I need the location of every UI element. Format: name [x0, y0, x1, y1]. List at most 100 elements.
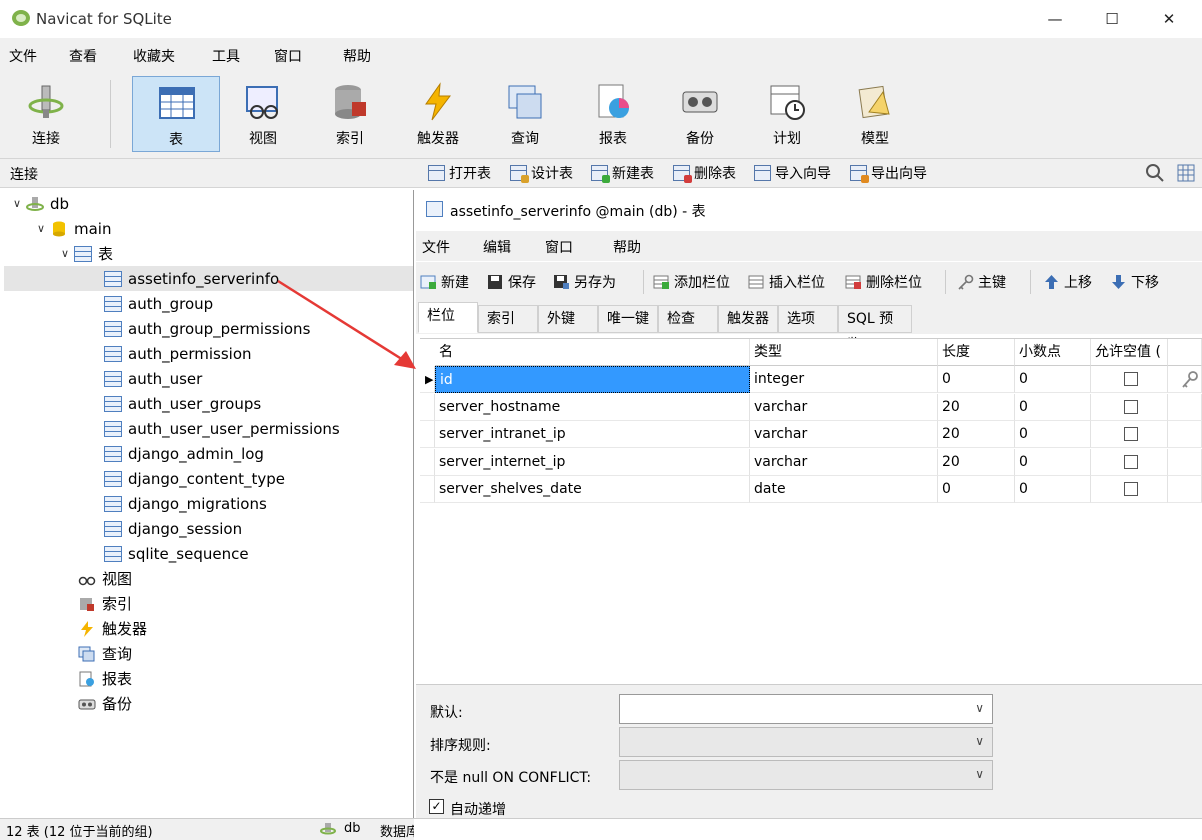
field-key-cell[interactable] — [1168, 476, 1202, 503]
save-as-button[interactable]: 另存为 — [553, 270, 616, 294]
nullable-checkbox[interactable] — [1124, 399, 1138, 414]
tree-node-tables[interactable]: ∨ 表 — [58, 241, 113, 266]
field-decimals-cell[interactable]: 0 — [1015, 476, 1091, 503]
import-wizard-button[interactable]: 导入向导 — [754, 161, 831, 185]
chevron-down-icon[interactable]: ∨ — [34, 222, 48, 235]
field-type-cell[interactable]: varchar — [750, 448, 938, 476]
tab-foreign-keys[interactable]: 外键 — [538, 305, 598, 333]
row-indicator[interactable] — [420, 393, 435, 421]
field-name-cell[interactable]: id — [435, 366, 750, 393]
chevron-down-icon[interactable]: ∨ — [58, 247, 72, 260]
primary-key-button[interactable]: 主键 — [957, 270, 1006, 294]
designer-menu-edit[interactable]: 编辑 — [483, 237, 511, 257]
row-indicator[interactable] — [420, 476, 435, 503]
toolbar-report-button[interactable]: 报表 — [569, 76, 657, 152]
tree-item-table[interactable]: django_session — [4, 516, 413, 541]
toolbar-trigger-button[interactable]: 触发器 — [394, 76, 482, 152]
field-type-cell[interactable]: varchar — [750, 393, 938, 421]
nullable-checkbox[interactable] — [1124, 372, 1138, 386]
tab-triggers[interactable]: 触发器 — [718, 305, 778, 333]
toolbar-backup-button[interactable]: 备份 — [656, 76, 744, 152]
field-type-cell[interactable]: date — [750, 476, 938, 503]
tree-item-table[interactable]: auth_user_user_permissions — [4, 416, 413, 441]
field-nullable-cell[interactable] — [1091, 366, 1168, 393]
field-decimals-cell[interactable]: 0 — [1015, 421, 1091, 448]
tree-item-table[interactable]: django_admin_log — [4, 441, 413, 466]
menu-window[interactable]: 窗口 — [274, 46, 302, 66]
close-button[interactable]: ✕ — [1146, 0, 1192, 38]
maximize-button[interactable]: ☐ — [1089, 0, 1135, 38]
tab-fields[interactable]: 栏位 — [418, 302, 478, 333]
autoincrement-checkbox[interactable]: ✓ — [429, 799, 444, 814]
field-nullable-cell[interactable] — [1091, 476, 1168, 503]
toolbar-view-button[interactable]: 视图 — [219, 76, 307, 152]
menu-help[interactable]: 帮助 — [343, 46, 371, 66]
menu-favorites[interactable]: 收藏夹 — [133, 46, 175, 66]
designer-menu-file[interactable]: 文件 — [422, 237, 450, 257]
field-key-cell[interactable] — [1168, 421, 1202, 448]
field-decimals-cell[interactable]: 0 — [1015, 366, 1091, 393]
tab-unique-keys[interactable]: 唯一键 — [598, 305, 658, 333]
minimize-button[interactable]: — — [1032, 0, 1078, 38]
designer-menu-help[interactable]: 帮助 — [613, 237, 641, 257]
insert-field-button[interactable]: 插入栏位 — [748, 270, 825, 294]
row-indicator[interactable]: ▶ — [420, 366, 435, 393]
row-indicator[interactable] — [420, 421, 435, 448]
field-key-cell[interactable] — [1168, 366, 1202, 393]
field-nullable-cell[interactable] — [1091, 421, 1168, 448]
nullable-checkbox[interactable] — [1124, 427, 1138, 441]
field-length-cell[interactable]: 20 — [938, 421, 1015, 448]
new-table-button[interactable]: 新建表 — [591, 161, 654, 185]
field-key-cell[interactable] — [1168, 448, 1202, 476]
designer-menu-window[interactable]: 窗口 — [545, 237, 573, 257]
tab-options[interactable]: 选项 — [778, 305, 838, 333]
tree-item-table[interactable]: django_migrations — [4, 491, 413, 516]
field-type-cell[interactable]: varchar — [750, 421, 938, 448]
tree-item-table[interactable]: auth_user_groups — [4, 391, 413, 416]
nullable-checkbox[interactable] — [1124, 482, 1138, 496]
search-icon[interactable] — [1145, 163, 1165, 183]
tree-node-report[interactable]: 报表 — [76, 666, 132, 691]
move-down-button[interactable]: 下移 — [1110, 270, 1159, 294]
field-name-cell[interactable]: server_shelves_date — [435, 476, 750, 503]
field-nullable-cell[interactable] — [1091, 393, 1168, 421]
tree-item-table[interactable]: sqlite_sequence — [4, 541, 413, 566]
tree-node-query[interactable]: 查询 — [76, 641, 132, 666]
save-button[interactable]: 保存 — [487, 270, 536, 294]
menu-tools[interactable]: 工具 — [212, 46, 240, 66]
field-decimals-cell[interactable]: 0 — [1015, 448, 1091, 476]
design-table-button[interactable]: 设计表 — [510, 161, 573, 185]
toolbar-table-button[interactable]: 表 — [132, 76, 220, 152]
tab-checks[interactable]: 检查 — [658, 305, 718, 333]
notnull-conflict-select[interactable]: ∨ — [619, 760, 993, 790]
tree-node-trigger[interactable]: 触发器 — [76, 616, 147, 641]
field-key-cell[interactable] — [1168, 393, 1202, 421]
open-table-button[interactable]: 打开表 — [428, 161, 491, 185]
field-decimals-cell[interactable]: 0 — [1015, 393, 1091, 421]
grid-view-icon[interactable] — [1176, 163, 1196, 183]
tree-node-db[interactable]: ∨ db — [10, 191, 69, 216]
toolbar-connection-button[interactable]: 连接 — [2, 76, 90, 152]
toolbar-index-button[interactable]: 索引 — [306, 76, 394, 152]
field-name-cell[interactable]: server_intranet_ip — [435, 421, 750, 448]
field-length-cell[interactable]: 0 — [938, 476, 1015, 503]
toolbar-model-button[interactable]: 模型 — [831, 76, 919, 152]
export-wizard-button[interactable]: 导出向导 — [850, 161, 927, 185]
tab-sql-preview[interactable]: SQL 预览 — [838, 305, 912, 353]
field-nullable-cell[interactable] — [1091, 448, 1168, 476]
column-header[interactable]: 类型 — [750, 339, 938, 366]
move-up-button[interactable]: 上移 — [1043, 270, 1092, 294]
tab-indexes[interactable]: 索引 — [478, 305, 538, 333]
add-field-button[interactable]: 添加栏位 — [653, 270, 730, 294]
delete-table-button[interactable]: 删除表 — [673, 161, 736, 185]
field-type-cell[interactable]: integer — [750, 366, 938, 393]
new-button[interactable]: 新建 — [420, 270, 469, 294]
toolbar-schedule-button[interactable]: 计划 — [743, 76, 831, 152]
field-length-cell[interactable]: 20 — [938, 448, 1015, 476]
tree-node-view[interactable]: 视图 — [76, 566, 132, 591]
default-select[interactable]: ∨ — [619, 694, 993, 724]
column-header[interactable]: 小数点 — [1015, 339, 1091, 366]
field-name-cell[interactable]: server_hostname — [435, 393, 750, 421]
field-name-cell[interactable]: server_internet_ip — [435, 448, 750, 476]
collation-select[interactable]: ∨ — [619, 727, 993, 757]
